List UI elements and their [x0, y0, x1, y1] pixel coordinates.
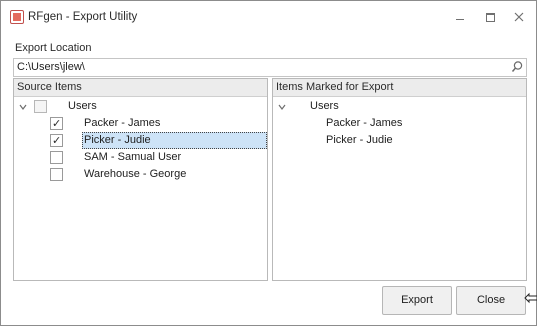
- item-label: SAM - Samual User: [84, 151, 182, 163]
- search-icon: [511, 61, 523, 72]
- item-label: Picker - Judie: [326, 134, 393, 146]
- item-label: Picker - Judie: [84, 134, 151, 146]
- export-button[interactable]: Export: [382, 286, 452, 315]
- browse-button[interactable]: [511, 60, 524, 73]
- item-label: Packer - James: [326, 117, 403, 129]
- list-item[interactable]: Warehouse - George: [14, 166, 265, 183]
- list-item[interactable]: Picker - Judie: [273, 132, 524, 149]
- tree-node-label: Users: [310, 100, 339, 112]
- close-button[interactable]: Close: [456, 286, 526, 315]
- chevron-down-icon[interactable]: [19, 103, 27, 111]
- source-items-panel: Source Items Users Packer - James Picker…: [13, 78, 268, 281]
- list-item[interactable]: Packer - James: [273, 115, 524, 132]
- item-checkbox[interactable]: [50, 168, 63, 181]
- tree-node-label: Users: [68, 100, 97, 112]
- users-checkbox[interactable]: [34, 100, 47, 113]
- title-bar[interactable]: RFgen - Export Utility: [1, 1, 536, 33]
- export-items-panel: Items Marked for Export Users Packer - J…: [272, 78, 527, 281]
- tree-node-users[interactable]: Users: [14, 98, 265, 115]
- item-checkbox[interactable]: [50, 151, 63, 164]
- close-icon: [514, 12, 524, 22]
- window-title: RFgen - Export Utility: [28, 11, 138, 23]
- minimize-button[interactable]: [453, 10, 467, 24]
- item-checkbox[interactable]: [50, 115, 63, 132]
- source-items-header: Source Items: [14, 79, 267, 97]
- item-label: Packer - James: [84, 117, 161, 129]
- export-location-label: Export Location: [15, 42, 92, 54]
- export-location-field[interactable]: C:\Users\jlew\: [13, 58, 527, 77]
- item-checkbox[interactable]: [50, 132, 63, 149]
- item-label: Warehouse - George: [84, 168, 187, 180]
- source-items-header-label: Source Items: [17, 81, 82, 93]
- maximize-button[interactable]: [483, 10, 497, 24]
- export-location-value[interactable]: C:\Users\jlew\: [17, 61, 85, 73]
- chevron-down-icon[interactable]: [278, 103, 286, 111]
- export-utility-window: RFgen - Export Utility Export Location C…: [0, 0, 537, 326]
- app-icon: [10, 10, 24, 24]
- list-item[interactable]: SAM - Samual User: [14, 149, 265, 166]
- list-item[interactable]: Packer - James: [14, 115, 265, 132]
- export-items-header: Items Marked for Export: [273, 79, 526, 97]
- resize-cursor-icon: [524, 292, 537, 304]
- close-window-button[interactable]: [512, 10, 526, 24]
- export-items-header-label: Items Marked for Export: [276, 81, 394, 93]
- tree-node-users[interactable]: Users: [273, 98, 524, 115]
- list-item[interactable]: Picker - Judie: [14, 132, 265, 149]
